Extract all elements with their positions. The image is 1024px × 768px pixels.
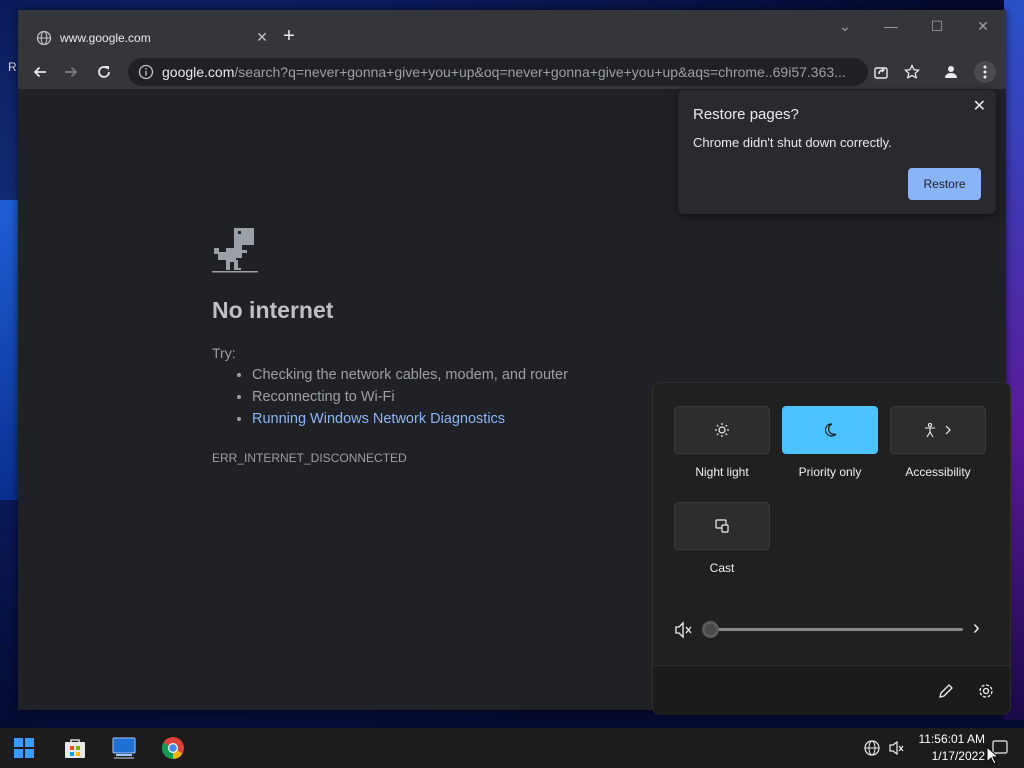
url-path: /search?q=never+gonna+give+you+up&oq=nev… [234, 64, 846, 80]
try-label: Try: [212, 345, 236, 361]
error-code: ERR_INTERNET_DISCONNECTED [212, 451, 407, 465]
share-icon [874, 67, 888, 79]
star-icon [904, 64, 920, 80]
taskbar: 11:56:01 AM 1/17/2022 [0, 728, 1024, 768]
brightness-icon [715, 423, 729, 437]
priority-only-tile[interactable] [782, 406, 878, 454]
moon-icon [824, 423, 837, 437]
new-tab-button[interactable]: + [278, 26, 300, 48]
accessibility-tile[interactable] [890, 406, 986, 454]
restore-title: Restore pages? [693, 106, 799, 123]
clock[interactable]: 11:56:01 AM 1/17/2022 [905, 731, 986, 765]
accessibility-icon [925, 422, 951, 438]
tab-strip: www.google.com ✕ + ⌄ — ☐ ✕ [18, 10, 1006, 55]
volume-muted-icon[interactable] [673, 620, 693, 640]
desktop-app-icon[interactable] [110, 734, 138, 762]
settings-gear-icon[interactable] [977, 682, 995, 705]
clock-date: 1/17/2022 [931, 749, 985, 763]
volume-slider-track[interactable] [711, 628, 963, 631]
restore-button[interactable]: Restore [908, 168, 981, 200]
url-host: google.com [162, 64, 235, 80]
tab-close-icon[interactable]: ✕ [253, 29, 271, 46]
store-icon[interactable] [61, 734, 89, 762]
profile-button[interactable] [940, 61, 962, 83]
edit-pencil-icon[interactable] [937, 682, 955, 705]
forward-arrow-icon [65, 66, 78, 78]
address-bar[interactable]: google.com /search?q=never+gonna+give+yo… [128, 58, 868, 86]
accessibility-label: Accessibility [905, 465, 971, 479]
profile-icon [945, 66, 957, 78]
suggestion-item: Reconnecting to Wi-Fi [252, 389, 568, 405]
cast-label: Cast [709, 561, 735, 575]
chrome-icon[interactable] [159, 734, 187, 762]
cast-tile[interactable] [674, 502, 770, 550]
restore-message: Chrome didn't shut down correctly. [693, 135, 892, 150]
minimize-button[interactable]: — [876, 18, 906, 34]
diagnostics-link[interactable]: Running Windows Network Diagnostics [252, 411, 505, 427]
globe-icon [36, 30, 52, 46]
priority-only-label: Priority only [798, 465, 862, 479]
browser-toolbar: google.com /search?q=never+gonna+give+yo… [18, 55, 1006, 89]
maximize-button[interactable]: ☐ [922, 18, 952, 35]
suggestion-item: Checking the network cables, modem, and … [252, 367, 568, 383]
restore-close-icon[interactable]: ✕ [973, 96, 986, 116]
quick-settings-panel: Night light Priority only Accessibility … [652, 382, 1011, 715]
tab-title: www.google.com [60, 30, 151, 45]
dinosaur-icon[interactable] [212, 226, 258, 274]
suggestion-item: Running Windows Network Diagnostics [252, 411, 568, 427]
audio-output-arrow-icon[interactable]: › [973, 617, 980, 640]
menu-button[interactable] [974, 61, 996, 83]
back-arrow-icon [33, 66, 46, 78]
suggestion-list: Checking the network cables, modem, and … [252, 367, 568, 433]
close-window-button[interactable]: ✕ [968, 18, 998, 35]
forward-button[interactable] [60, 61, 82, 83]
mouse-cursor-icon [986, 745, 1000, 768]
night-light-label: Night light [695, 465, 749, 479]
error-title: No internet [212, 297, 334, 323]
share-button[interactable] [870, 61, 892, 83]
reload-icon [98, 66, 110, 78]
night-light-tile[interactable] [674, 406, 770, 454]
info-icon[interactable] [138, 64, 154, 80]
volume-slider-thumb[interactable] [702, 621, 719, 638]
tab-search-icon[interactable]: ⌄ [830, 18, 860, 35]
tab-google[interactable]: www.google.com ✕ [26, 20, 281, 55]
back-button[interactable] [29, 61, 51, 83]
restore-pages-dialog: Restore pages? Chrome didn't shut down c… [678, 90, 996, 214]
reload-button[interactable] [93, 61, 115, 83]
cast-icon [715, 519, 729, 533]
quick-settings-footer [653, 665, 1010, 715]
desktop-icon-label: R [8, 60, 17, 74]
kebab-menu-icon [983, 65, 987, 79]
network-globe-icon[interactable] [858, 734, 886, 762]
clock-time: 11:56:01 AM [918, 732, 986, 746]
start-windows-icon[interactable] [10, 734, 38, 762]
bookmark-button[interactable] [901, 61, 923, 83]
